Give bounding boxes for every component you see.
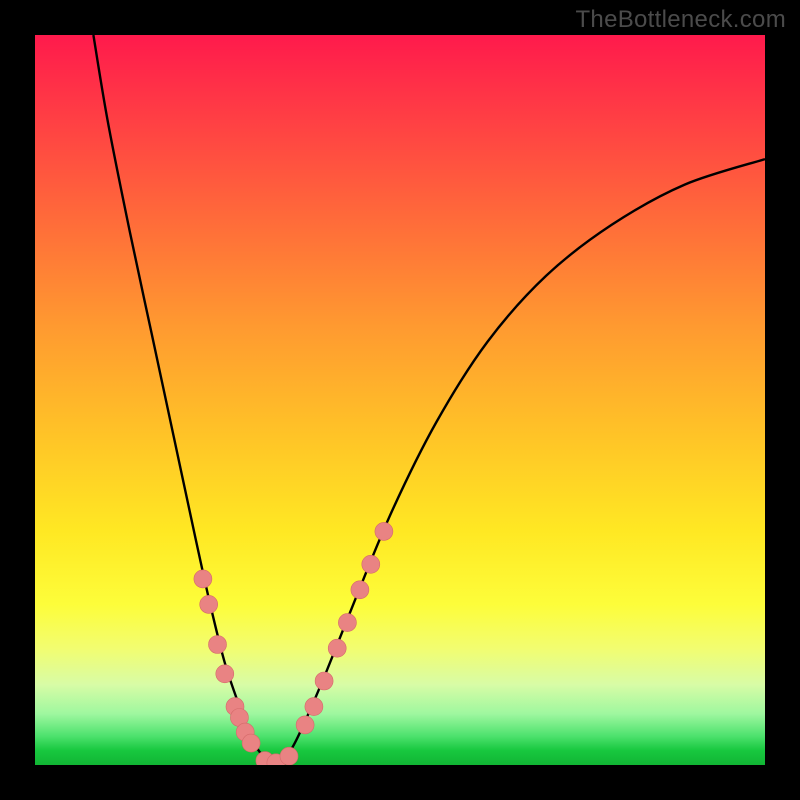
data-dot (216, 665, 234, 683)
dots-right (296, 522, 393, 734)
data-dot (315, 672, 333, 690)
data-dot (351, 581, 369, 599)
data-dot (375, 522, 393, 540)
data-dot (305, 698, 323, 716)
data-dot (280, 747, 298, 765)
curve-layer (35, 35, 765, 765)
data-dot (338, 614, 356, 632)
data-dot (362, 555, 380, 573)
dots-bottom (256, 747, 298, 765)
right-curve (276, 159, 765, 763)
data-dot (328, 639, 346, 657)
plot-area (35, 35, 765, 765)
left-curve (93, 35, 276, 764)
watermark-text: TheBottleneck.com (575, 6, 786, 34)
data-dot (194, 570, 212, 588)
data-dot (209, 636, 227, 654)
chart-frame: TheBottleneck.com (0, 0, 800, 800)
data-dot (296, 716, 314, 734)
data-dot (242, 734, 260, 752)
dots-left (194, 570, 260, 752)
data-dot (200, 595, 218, 613)
